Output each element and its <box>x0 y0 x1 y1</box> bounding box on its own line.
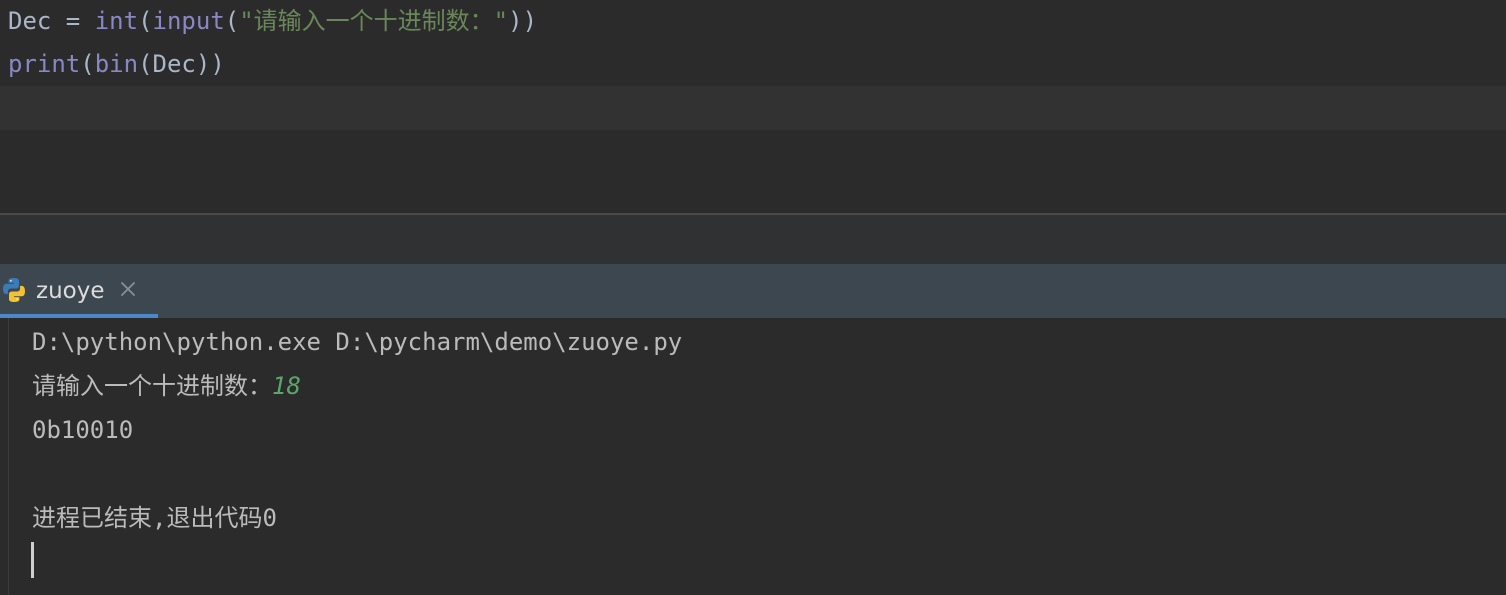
paren-open: ( <box>138 50 153 78</box>
console-command-line: D:\python\python.exe D:\pycharm\demo\zuo… <box>32 328 683 356</box>
console-gutter <box>8 318 9 595</box>
variable-dec: Dec <box>152 50 196 78</box>
assign-operator: = <box>51 7 95 35</box>
console-output-line: 0b10010 <box>32 416 134 444</box>
paren-close: )) <box>195 50 225 78</box>
console-prompt-line: 请输入一个十进制数：18 <box>32 364 301 408</box>
variable-dec: Dec <box>8 7 52 35</box>
python-icon <box>0 276 28 304</box>
run-panel-header <box>0 215 1506 264</box>
console-prompt: 请输入一个十进制数： <box>32 372 272 400</box>
console-exit-message: 进程已结束,退出代码0 <box>32 504 277 532</box>
console-user-input: 18 <box>272 372 301 400</box>
text-cursor <box>31 542 34 578</box>
paren-open: ( <box>80 50 95 78</box>
run-tab-bar: zuoye <box>0 264 1506 318</box>
tab-label: zuoye <box>36 278 105 304</box>
code-line-1[interactable]: Dec = int(input("请输入一个十进制数：")) <box>8 0 537 43</box>
string-literal: "请输入一个十进制数：" <box>239 7 509 35</box>
code-editor[interactable]: Dec = int(input("请输入一个十进制数：")) print(bin… <box>0 0 1506 214</box>
code-line-2[interactable]: print(bin(Dec)) <box>8 43 225 86</box>
builtin-bin: bin <box>94 50 139 78</box>
paren-close: )) <box>508 7 538 35</box>
paren-open: ( <box>224 7 240 35</box>
tab-zuoye[interactable]: zuoye <box>0 264 158 318</box>
builtin-input: input <box>152 7 225 35</box>
run-console[interactable]: D:\python\python.exe D:\pycharm\demo\zuo… <box>0 318 1506 595</box>
builtin-int: int <box>94 7 139 35</box>
builtin-print: print <box>8 50 81 78</box>
close-icon[interactable] <box>118 279 138 299</box>
current-line-highlight <box>0 86 1506 130</box>
paren-open: ( <box>138 7 153 35</box>
